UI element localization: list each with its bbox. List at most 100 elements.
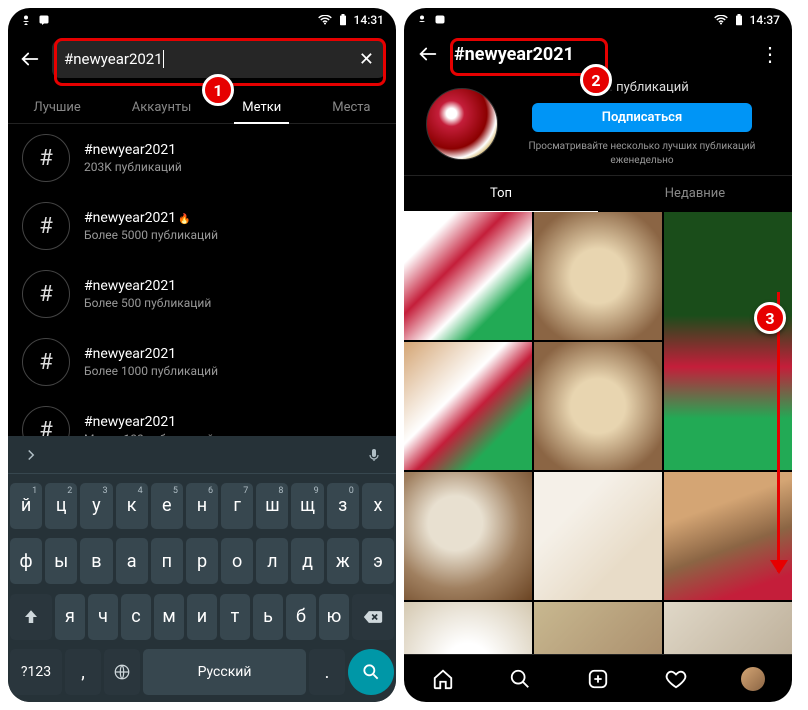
key[interactable]: в: [80, 538, 112, 584]
post-thumb[interactable]: [664, 212, 792, 470]
nav-profile[interactable]: [741, 667, 765, 691]
search-input[interactable]: #newyear2021 ✕: [52, 40, 386, 78]
keyboard: й1ц2у3к4е5н6г7ш8щ9з0х фывапролджэ ячсмит…: [8, 436, 396, 702]
tab-top[interactable]: Лучшие: [29, 92, 84, 123]
result-row[interactable]: # #newyear2021 Более 500 публикаций: [8, 260, 396, 328]
key[interactable]: э: [362, 538, 394, 584]
chevron-right-icon[interactable]: [22, 446, 40, 464]
key[interactable]: д: [291, 538, 323, 584]
key[interactable]: ч: [88, 594, 118, 640]
key[interactable]: н6: [186, 483, 218, 529]
keyboard-toolbar: [8, 436, 396, 474]
post-thumb[interactable]: [534, 602, 662, 654]
step-badge-2: 2: [580, 64, 612, 96]
ok-icon: [20, 14, 32, 26]
status-right-icons: 14:37: [714, 13, 780, 27]
key[interactable]: ?123: [10, 649, 62, 695]
result-subtitle: 203K публикаций: [84, 160, 182, 174]
key[interactable]: [10, 594, 52, 640]
back-button[interactable]: [416, 42, 440, 66]
status-left-icons: [416, 14, 446, 26]
key[interactable]: о: [221, 538, 253, 584]
key[interactable]: ы: [45, 538, 77, 584]
bottom-nav: [404, 654, 792, 702]
key[interactable]: м: [154, 594, 184, 640]
result-subtitle: Более 500 публикаций: [84, 296, 211, 310]
hashtag-avatar: [426, 88, 498, 160]
status-right-icons: 14:31: [318, 13, 384, 27]
key[interactable]: щ9: [291, 483, 323, 529]
tab-tags[interactable]: Метки: [238, 92, 285, 123]
hashtag-meta: 2... публикаций Подписаться Просматривай…: [514, 80, 770, 167]
post-thumb[interactable]: [664, 472, 792, 600]
post-thumb[interactable]: [404, 602, 532, 654]
key[interactable]: й1: [10, 483, 42, 529]
result-row[interactable]: ##newyear2021Менее 100 публикаций: [8, 396, 396, 436]
result-subtitle: Более 1000 публикаций: [84, 364, 218, 378]
key[interactable]: у3: [80, 483, 112, 529]
key[interactable]: л: [256, 538, 288, 584]
key[interactable]: ,: [65, 649, 101, 695]
clear-icon[interactable]: ✕: [359, 49, 374, 70]
key[interactable]: я: [55, 594, 85, 640]
keyboard-rows: й1ц2у3к4е5н6г7ш8щ9з0х фывапролджэ ячсмит…: [8, 474, 396, 702]
key[interactable]: ю: [319, 594, 349, 640]
key[interactable]: е5: [151, 483, 183, 529]
key[interactable]: ц2: [45, 483, 77, 529]
result-row[interactable]: ##newyear2021🔥Более 5000 публикаций: [8, 192, 396, 260]
post-thumb[interactable]: [534, 212, 662, 340]
backspace-icon: [363, 609, 383, 625]
subscribe-button[interactable]: Подписаться: [532, 103, 752, 132]
post-thumb[interactable]: [534, 472, 662, 600]
post-thumb[interactable]: [404, 212, 532, 340]
key[interactable]: х: [362, 483, 394, 529]
result-row[interactable]: ##newyear2021Более 1000 публикаций: [8, 328, 396, 396]
key[interactable]: з0: [327, 483, 359, 529]
step-badge-1: 1: [202, 74, 234, 106]
key[interactable]: ж: [327, 538, 359, 584]
key[interactable]: г7: [221, 483, 253, 529]
feed-tab-top[interactable]: Топ: [404, 176, 598, 212]
key[interactable]: ь: [253, 594, 283, 640]
nav-home[interactable]: [431, 667, 455, 691]
hash-icon: #: [22, 270, 70, 318]
key[interactable]: к4: [116, 483, 148, 529]
nav-add[interactable]: [586, 667, 610, 691]
search-header: #newyear2021 ✕: [8, 32, 396, 86]
key[interactable]: Русский: [143, 649, 306, 695]
more-menu[interactable]: ⋮: [760, 42, 780, 66]
key[interactable]: ш8: [256, 483, 288, 529]
key[interactable]: и: [187, 594, 217, 640]
post-thumb[interactable]: [664, 602, 792, 654]
feed-tab-recent[interactable]: Недавние: [598, 176, 792, 212]
post-thumb[interactable]: [404, 472, 532, 600]
key[interactable]: п: [151, 538, 183, 584]
nav-search[interactable]: [508, 667, 532, 691]
back-button[interactable]: [18, 47, 42, 71]
result-tag: #newyear2021: [84, 278, 211, 294]
key[interactable]: [352, 594, 394, 640]
subscribe-hint: Просматривайте несколько лучших публикац…: [514, 140, 770, 167]
battery-icon: [338, 14, 348, 26]
page-title: #newyear2021: [454, 44, 574, 65]
results-list: ##newyear2021203K публикаций##newyear202…: [8, 124, 396, 436]
key[interactable]: б: [286, 594, 316, 640]
key[interactable]: а: [116, 538, 148, 584]
key[interactable]: [104, 649, 140, 695]
nav-activity[interactable]: [664, 667, 688, 691]
key[interactable]: с: [121, 594, 151, 640]
ok-icon: [416, 14, 428, 26]
tab-places[interactable]: Места: [328, 92, 374, 123]
key[interactable]: т: [220, 594, 250, 640]
battery-icon: [734, 14, 744, 26]
key[interactable]: р: [186, 538, 218, 584]
key[interactable]: .: [309, 649, 345, 695]
hash-icon: #: [22, 406, 70, 436]
result-row[interactable]: ##newyear2021203K публикаций: [8, 124, 396, 192]
post-thumb[interactable]: [404, 342, 532, 470]
key[interactable]: [348, 649, 394, 695]
post-thumb[interactable]: [534, 342, 662, 470]
tab-accounts[interactable]: Аккаунты: [128, 92, 196, 123]
key[interactable]: ф: [10, 538, 42, 584]
mic-icon[interactable]: [366, 447, 382, 463]
